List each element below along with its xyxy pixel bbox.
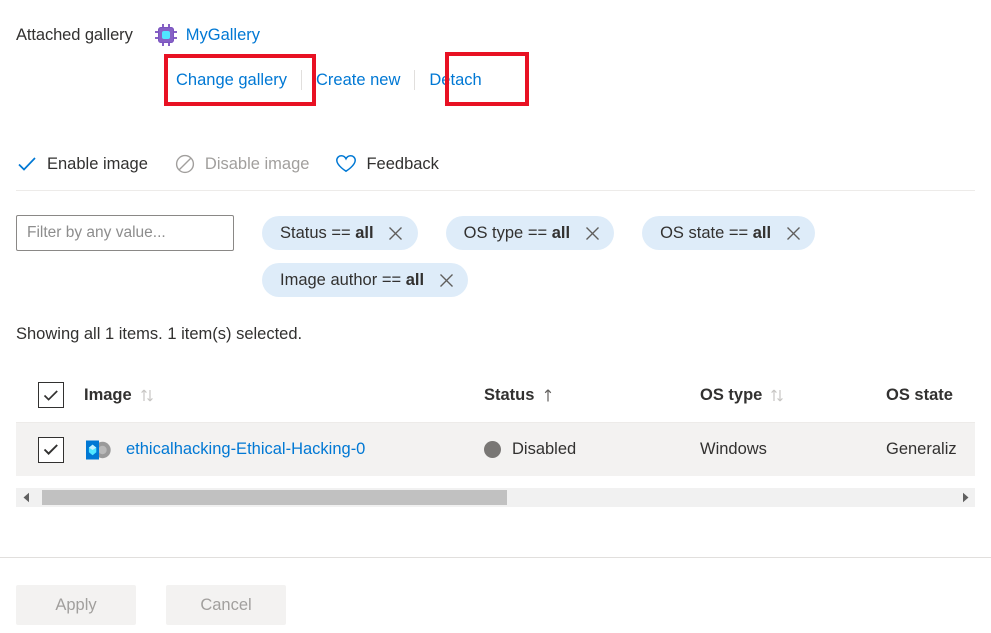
- column-header-status[interactable]: Status: [484, 386, 700, 405]
- scrollbar-track[interactable]: [36, 488, 955, 507]
- detach-link[interactable]: Detach: [429, 71, 481, 90]
- row-status-text: Disabled: [512, 440, 576, 459]
- block-icon: [174, 153, 196, 175]
- close-icon[interactable]: [438, 272, 454, 288]
- close-icon[interactable]: [785, 225, 801, 241]
- select-all-checkbox[interactable]: [38, 382, 64, 408]
- column-header-os-state-label: OS state: [886, 386, 953, 405]
- row-os-type-text: Windows: [700, 440, 767, 459]
- filter-chip-status-text: Status == all: [280, 224, 374, 243]
- status-dot-icon: [484, 441, 501, 458]
- gallery-name-link[interactable]: MyGallery: [186, 26, 260, 45]
- feedback-button[interactable]: Feedback: [335, 146, 438, 182]
- image-name-link[interactable]: ethicalhacking-Ethical-Hacking-0: [126, 440, 365, 459]
- sort-both-icon: [770, 388, 784, 403]
- filter-chip-os-state-text: OS state == all: [660, 224, 771, 243]
- scrollbar-thumb[interactable]: [42, 490, 507, 505]
- row-select-cell: [16, 437, 84, 463]
- row-checkbox[interactable]: [38, 437, 64, 463]
- attached-gallery-row: Attached gallery MyGallery: [16, 22, 260, 48]
- filter-chip-image-author[interactable]: Image author == all: [262, 263, 468, 297]
- sort-ascending-icon: [542, 388, 554, 403]
- select-all-cell: [16, 382, 84, 408]
- row-cell-os-state: Generaliz: [886, 440, 991, 459]
- table-row[interactable]: ethicalhacking-Ethical-Hacking-0 Disable…: [16, 423, 975, 476]
- heart-icon: [335, 153, 357, 175]
- results-summary: Showing all 1 items. 1 item(s) selected.: [16, 325, 302, 344]
- footer-divider: [0, 557, 991, 558]
- link-separator: [414, 70, 415, 90]
- row-cell-os-type: Windows: [700, 440, 886, 459]
- link-separator: [301, 70, 302, 90]
- filter-chip-status[interactable]: Status == all: [262, 216, 418, 250]
- table-header-row: Image Status OS type: [16, 368, 975, 423]
- row-os-state-text: Generaliz: [886, 440, 957, 459]
- search-input[interactable]: [16, 215, 234, 251]
- sort-both-icon: [140, 388, 154, 403]
- column-header-os-type-label: OS type: [700, 386, 762, 405]
- row-cell-status: Disabled: [484, 440, 700, 459]
- command-bar-divider: [16, 190, 975, 191]
- column-header-image[interactable]: Image: [84, 386, 484, 405]
- caret-right-icon[interactable]: [955, 488, 975, 507]
- column-header-os-type[interactable]: OS type: [700, 386, 886, 405]
- filter-chip-os-type[interactable]: OS type == all: [446, 216, 614, 250]
- images-table: Image Status OS type: [16, 368, 975, 476]
- caret-left-icon[interactable]: [16, 488, 36, 507]
- feedback-label: Feedback: [366, 155, 438, 174]
- vm-image-icon: [84, 438, 114, 462]
- enable-image-label: Enable image: [47, 155, 148, 174]
- attached-gallery-label: Attached gallery: [16, 26, 133, 45]
- create-new-link[interactable]: Create new: [316, 71, 400, 90]
- cancel-button[interactable]: Cancel: [166, 585, 286, 625]
- change-gallery-link[interactable]: Change gallery: [176, 71, 287, 90]
- filter-chip-image-author-text: Image author == all: [280, 271, 424, 290]
- close-icon[interactable]: [584, 225, 600, 241]
- filter-area: Status == all OS type == all OS state ==…: [16, 215, 976, 297]
- enable-image-button[interactable]: Enable image: [16, 146, 148, 182]
- disable-image-label: Disable image: [205, 155, 310, 174]
- disable-image-button[interactable]: Disable image: [174, 146, 310, 182]
- filter-chip-os-state[interactable]: OS state == all: [642, 216, 815, 250]
- command-bar: Enable image Disable image Feedback: [16, 146, 465, 182]
- gallery-actions: Change gallery Create new Detach: [176, 68, 482, 92]
- shared-image-gallery-icon: [155, 24, 177, 46]
- footer-actions: Apply Cancel: [16, 585, 286, 625]
- filter-row-2: Image author == all: [16, 263, 976, 297]
- apply-button[interactable]: Apply: [16, 585, 136, 625]
- column-header-os-state[interactable]: OS state: [886, 386, 991, 405]
- checkmark-icon: [16, 153, 38, 175]
- horizontal-scrollbar[interactable]: [16, 488, 975, 507]
- column-header-status-label: Status: [484, 386, 534, 405]
- filter-chip-os-type-text: OS type == all: [464, 224, 570, 243]
- close-icon[interactable]: [388, 225, 404, 241]
- column-header-image-label: Image: [84, 386, 132, 405]
- filter-row-1: Status == all OS type == all OS state ==…: [16, 215, 976, 251]
- row-cell-image: ethicalhacking-Ethical-Hacking-0: [84, 438, 484, 462]
